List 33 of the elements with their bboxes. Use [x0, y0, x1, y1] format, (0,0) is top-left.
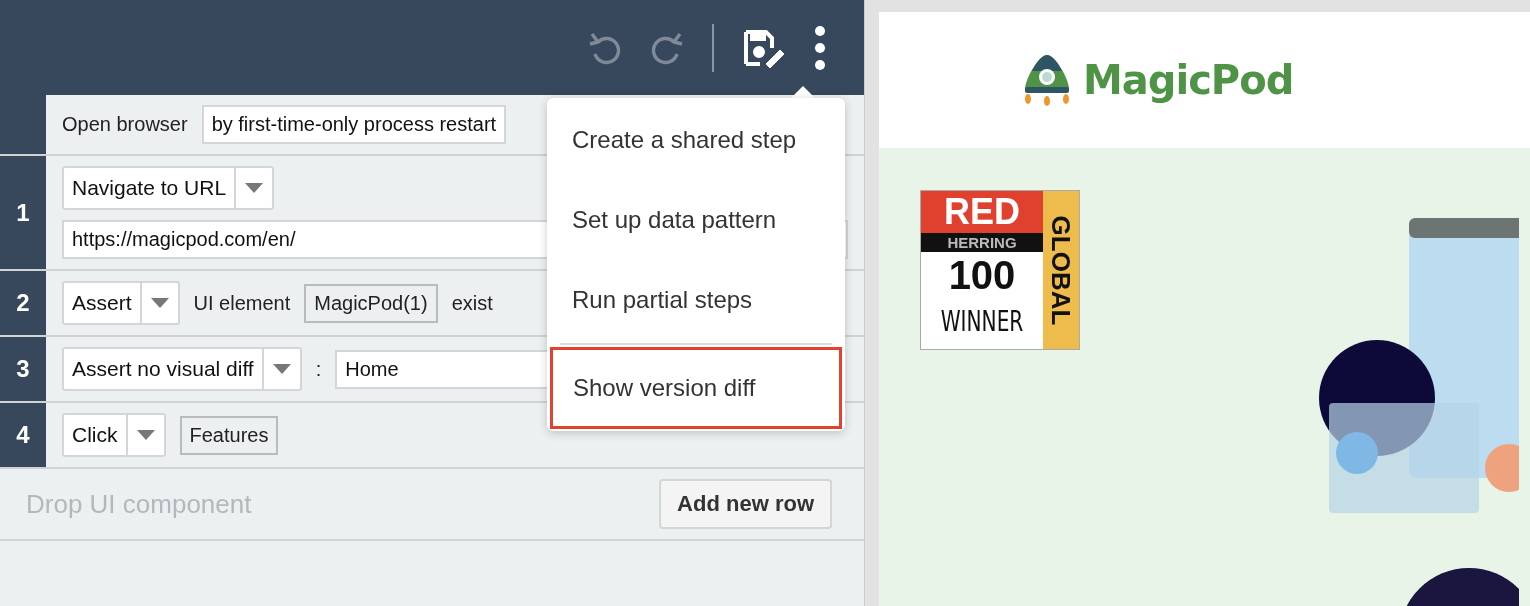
- more-icon: [814, 24, 826, 71]
- step-number: 4: [0, 403, 46, 467]
- ui-element-chip[interactable]: Features: [179, 415, 279, 455]
- ui-element-chip[interactable]: MagicPod(1): [304, 283, 438, 323]
- add-row-button[interactable]: Add new row: [659, 479, 832, 529]
- command-select[interactable]: Click: [62, 413, 166, 457]
- save-button[interactable]: [742, 27, 786, 68]
- step-number: 1: [0, 156, 46, 269]
- badge-text: GLOBAL: [1045, 215, 1077, 325]
- save-edit-icon: [742, 27, 786, 68]
- step-label: exist: [451, 291, 493, 315]
- step-label: Open browser: [62, 113, 188, 136]
- command-select[interactable]: Assert: [62, 281, 180, 325]
- caret-icon: [136, 430, 155, 440]
- step-number: 3: [0, 337, 46, 401]
- input-field[interactable]: by first-time-only process restart: [201, 105, 507, 144]
- menu-item[interactable]: Create a shared step: [550, 100, 842, 180]
- badge-text: 100: [947, 252, 1017, 298]
- menu-item[interactable]: Run partial steps: [550, 260, 842, 340]
- step-number: 2: [0, 271, 46, 335]
- badge-text: HERRING: [921, 233, 1043, 252]
- caret-icon: [150, 298, 169, 308]
- caret-icon: [245, 183, 264, 193]
- command-select[interactable]: Navigate to URL: [62, 166, 275, 210]
- badge-text: RED: [921, 191, 1043, 233]
- caret-icon: [272, 364, 291, 374]
- step-label: :: [315, 357, 322, 381]
- menu-item[interactable]: Show version diff: [550, 347, 842, 429]
- command-select[interactable]: Assert no visual diff: [62, 347, 302, 391]
- badge-text: WINNER: [939, 304, 1025, 340]
- logo-text: MagicPod: [1083, 57, 1294, 103]
- more-button[interactable]: [814, 24, 826, 71]
- step-label: UI element: [193, 291, 291, 315]
